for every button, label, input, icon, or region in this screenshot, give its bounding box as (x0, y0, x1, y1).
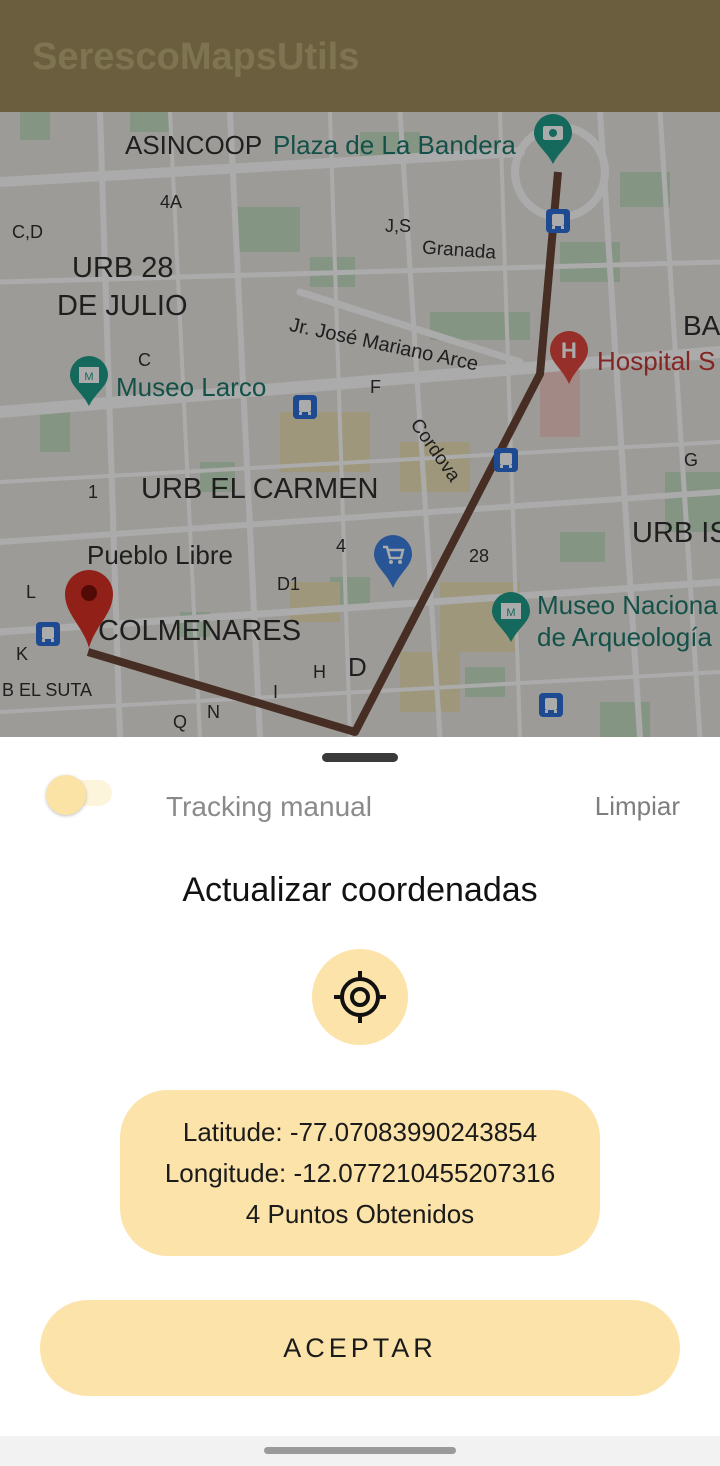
points-count-text: 4 Puntos Obtenidos (245, 1198, 475, 1229)
update-coordinates-title: Actualizar coordenadas (182, 871, 538, 909)
my-location-icon (334, 971, 386, 1023)
home-gesture-handle[interactable] (264, 1447, 456, 1454)
longitude-text: Longitude: -12.077210455207316 (164, 1157, 556, 1188)
system-nav-bar (0, 1436, 720, 1466)
map-scrim (0, 112, 720, 737)
coordinates-card: Latitude: -77.07083990243854 Longitude: … (120, 1090, 600, 1256)
app-title: SerescoMapsUtils (32, 36, 360, 78)
tracking-manual-switch[interactable] (46, 767, 112, 815)
app-bar: SerescoMapsUtils (0, 0, 720, 112)
sheet-drag-handle[interactable] (322, 753, 398, 762)
map-view[interactable]: ASINCOOP Plaza de La Bandera 4A C,D J,S … (0, 112, 720, 737)
switch-thumb (46, 775, 86, 815)
update-location-button[interactable] (312, 949, 408, 1045)
bottom-sheet: Tracking manual Limpiar Actualizar coord… (0, 737, 720, 1437)
tracking-manual-label: Tracking manual (166, 791, 372, 822)
clear-button[interactable]: Limpiar (595, 791, 680, 822)
latitude-text: Latitude: -77.07083990243854 (182, 1116, 538, 1147)
accept-button[interactable]: ACEPTAR (40, 1300, 680, 1396)
